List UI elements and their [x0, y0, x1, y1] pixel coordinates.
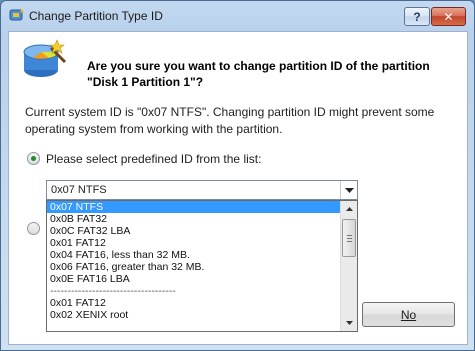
info-text: Current system ID is "0x07 NTFS". Changi… [25, 105, 435, 136]
radio-custom-id[interactable] [27, 222, 40, 235]
list-separator: ------------------------------------ [50, 285, 176, 297]
question-line-2: "Disk 1 Partition 1"? [87, 75, 204, 89]
combobox-value: 0x07 NTFS [51, 184, 107, 196]
list-item[interactable]: 0x04 FAT16, less than 32 MB. [47, 249, 341, 261]
window-title: Change Partition Type ID [29, 9, 163, 23]
question-line-1: Are you sure you want to change partitio… [87, 59, 430, 73]
confirmation-question: Are you sure you want to change partitio… [87, 58, 457, 90]
radio-predefined-id[interactable] [27, 152, 40, 165]
dialog-body: Are you sure you want to change partitio… [8, 31, 468, 345]
list-item[interactable]: 0x0C FAT32 LBA [47, 225, 341, 237]
list-item[interactable]: 0x0E FAT16 LBA [47, 273, 341, 285]
scroll-up-icon[interactable] [341, 201, 357, 217]
dropdown-items: 0x07 NTFS 0x0B FAT32 0x0C FAT32 LBA 0x01… [47, 201, 341, 331]
list-item[interactable]: 0x01 FAT12 [47, 297, 341, 309]
partition-id-dropdown-list[interactable]: 0x07 NTFS 0x0B FAT32 0x0C FAT32 LBA 0x01… [46, 200, 358, 332]
list-item[interactable]: 0x0B FAT32 [47, 213, 341, 225]
radio-predefined-label[interactable]: Please select predefined ID from the lis… [46, 152, 261, 166]
list-scrollbar[interactable] [340, 201, 357, 331]
dialog-window: Change Partition Type ID ? ✕ Are you sur… [0, 0, 475, 351]
scroll-down-icon[interactable] [341, 315, 357, 331]
partition-wizard-icon [23, 39, 67, 77]
no-button[interactable]: No [362, 302, 455, 327]
scrollbar-thumb[interactable] [342, 219, 356, 257]
app-icon [9, 8, 24, 21]
close-button[interactable]: ✕ [431, 7, 466, 26]
help-button[interactable]: ? [404, 7, 430, 26]
title-bar[interactable]: Change Partition Type ID ? ✕ [1, 1, 474, 31]
grip-icon [347, 235, 352, 242]
list-item[interactable]: 0x07 NTFS [47, 201, 341, 213]
list-item[interactable]: 0x01 FAT12 [47, 237, 341, 249]
partition-id-combobox[interactable]: 0x07 NTFS [46, 180, 358, 200]
list-item[interactable]: 0x06 FAT16, greater than 32 MB. [47, 261, 341, 273]
list-item[interactable]: 0x02 XENIX root [47, 309, 341, 321]
chevron-down-icon[interactable] [340, 181, 357, 199]
no-button-label: No [400, 307, 417, 322]
